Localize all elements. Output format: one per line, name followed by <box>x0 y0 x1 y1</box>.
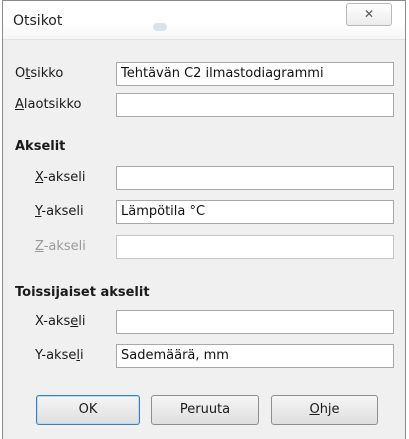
secondary-y-axis-label: Y-akseli <box>35 348 84 363</box>
y-axis-field[interactable]: Lämpötila °C <box>116 200 394 224</box>
window-title: Otsikot <box>13 13 63 29</box>
help-button-label: hje <box>319 402 340 417</box>
secondary-axes-heading: Toissijaiset akselit <box>15 285 150 300</box>
subtitle-field[interactable] <box>116 93 394 117</box>
title-field[interactable]: Tehtävän C2 ilmastodiagrammi <box>116 62 394 86</box>
secondary-x-axis-field[interactable] <box>116 310 394 334</box>
secondary-y-axis-field[interactable]: Sademäärä, mm <box>116 344 394 368</box>
ok-button[interactable]: OK <box>36 395 140 425</box>
secondary-x-axis-row: X-akseli <box>3 308 405 336</box>
title-label: Otsikko <box>15 66 64 81</box>
secondary-y-axis-row: Y-akseli Sademäärä, mm <box>3 342 405 370</box>
y-axis-row: Y-akseli Lämpötila °C <box>3 198 405 226</box>
z-axis-row: Z-akseli <box>3 233 405 261</box>
dialog-content: Otsikko Tehtävän C2 ilmastodiagrammi Ala… <box>3 40 405 439</box>
cancel-button[interactable]: Peruuta <box>151 395 259 425</box>
x-axis-label: X-akseli <box>35 170 86 185</box>
z-axis-field <box>116 235 394 259</box>
z-axis-label: Z-akseli <box>35 239 86 254</box>
close-button[interactable]: ✕ <box>346 3 392 26</box>
close-icon: ✕ <box>363 7 375 21</box>
title-bar-artifact <box>153 23 167 31</box>
title-row: Otsikko Tehtävän C2 ilmastodiagrammi <box>3 60 405 88</box>
dialog-window: Otsikot ✕ Otsikko Tehtävän C2 ilmastodia… <box>2 0 406 439</box>
y-axis-label: Y-akseli <box>35 204 84 219</box>
x-axis-field[interactable] <box>116 166 394 190</box>
subtitle-label: Alaotsikko <box>15 97 82 112</box>
axes-heading: Akselit <box>15 139 66 154</box>
title-bar: Otsikot ✕ <box>3 1 405 40</box>
secondary-x-axis-label: X-akseli <box>35 314 86 329</box>
x-axis-row: X-akseli <box>3 164 405 192</box>
help-button[interactable]: Ohje <box>271 395 378 425</box>
subtitle-row: Alaotsikko <box>3 91 405 119</box>
help-button-mnemonic: O <box>309 402 320 417</box>
